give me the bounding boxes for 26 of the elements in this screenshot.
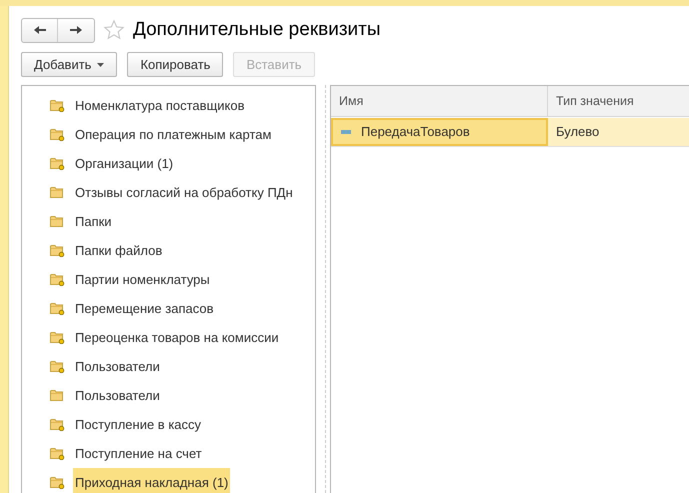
column-header[interactable]: Тип значения (548, 86, 689, 116)
tree-item[interactable]: Отзывы согласий на обработку ПДн (73, 178, 295, 208)
tree-item[interactable]: Приходная накладная (1) (73, 468, 230, 493)
tree-item[interactable]: Поступление на счет (73, 438, 204, 468)
dash-icon (341, 130, 351, 134)
tree-item[interactable]: Пользователи (73, 352, 162, 382)
left-arrow-icon (32, 25, 46, 35)
table-cell-text: Булево (555, 123, 600, 142)
tree-item[interactable]: Организации (1) (73, 148, 176, 178)
tree-item[interactable]: Папки файлов (73, 236, 164, 266)
tree-item[interactable]: Номенклатура поставщиков (73, 90, 246, 120)
window-title: Дополнительные реквизиты (133, 18, 381, 42)
tree-item[interactable]: Партии номенклатуры (73, 264, 212, 294)
tree-item[interactable]: Операция по платежным картам (73, 120, 274, 150)
tree-item[interactable]: Папки (73, 206, 114, 236)
tree-item[interactable]: Пользователи (73, 380, 162, 410)
column-header[interactable]: Имя (331, 86, 548, 116)
tree-item[interactable]: Переоценка товаров на комиссии (73, 322, 281, 352)
star-icon[interactable] (103, 19, 125, 41)
right-arrow-icon (69, 25, 83, 35)
toolbar-button[interactable]: Добавить (21, 52, 118, 77)
table-cell-text: ПередачаТоваров (361, 123, 470, 142)
toolbar-button[interactable]: Копировать (127, 52, 224, 77)
table-row[interactable]: ПередачаТоваров Булево (331, 118, 689, 147)
tree-item[interactable]: Перемещение запасов (73, 294, 216, 324)
tree-item[interactable]: Поступление в кассу (73, 410, 204, 440)
